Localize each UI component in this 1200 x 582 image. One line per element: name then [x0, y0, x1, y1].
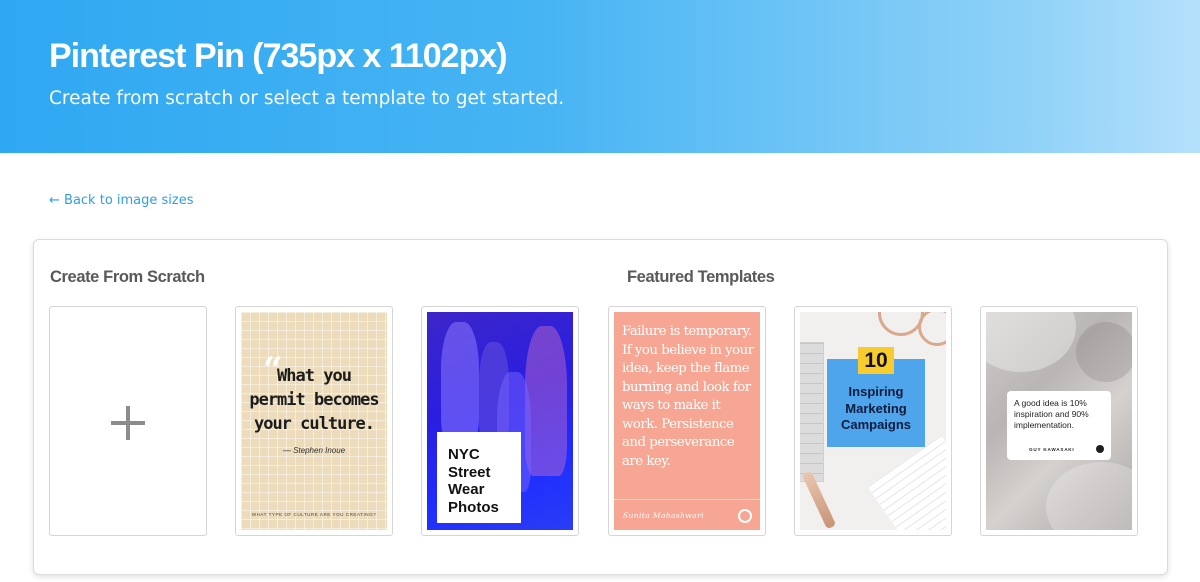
title-line: Photos — [448, 498, 499, 516]
photo-figure — [441, 322, 479, 442]
title-line: Wear — [448, 481, 485, 498]
template-title-box: NYC Street Wear Photos — [437, 432, 521, 523]
title-line: NYC — [448, 446, 480, 463]
template-thumbnail: NYC Street Wear Photos — [427, 312, 573, 530]
template-quote: Failure is temporary. If you believe in … — [622, 324, 754, 469]
quote-author: — Stephen Inoue — [282, 446, 346, 455]
create-from-scratch-card[interactable] — [49, 306, 207, 536]
title-line: Inspiring — [848, 384, 904, 399]
glasses-image — [878, 312, 924, 336]
template-card-failure-quote[interactable]: Failure is temporary. If you believe in … — [608, 306, 766, 536]
create-from-scratch-heading: Create From Scratch — [50, 268, 205, 286]
glasses-image — [918, 312, 946, 346]
divider — [614, 499, 760, 500]
template-footer-text: WHAT TYPE OF CULTURE ARE YOU CREATING? — [251, 512, 377, 517]
keyboard-image — [800, 342, 824, 482]
title-line: Marketing — [845, 400, 907, 416]
template-quote: What you permit becomes your culture. — [241, 364, 387, 436]
title-line: Street — [448, 463, 491, 481]
template-thumbnail: “ What you permit becomes your culture. … — [241, 312, 387, 530]
photo-figure — [525, 326, 567, 476]
template-card-marketing-campaigns[interactable]: 10 Inspiring Marketing Campaigns — [794, 306, 952, 536]
chat-icon — [1096, 445, 1104, 453]
template-card-culture-quote[interactable]: “ What you permit becomes your culture. … — [235, 306, 393, 536]
template-thumbnail: Failure is temporary. If you believe in … — [614, 312, 760, 530]
quote-card: A good idea is 10% inspiration and 90% i… — [1007, 391, 1111, 460]
page-title: Pinterest Pin (735px x 1102px) — [49, 37, 508, 75]
hero-banner: Pinterest Pin (735px x 1102px) Create fr… — [0, 0, 1200, 153]
template-card-good-idea-quote[interactable]: A good idea is 10% inspiration and 90% i… — [980, 306, 1138, 536]
back-to-image-sizes-link[interactable]: ← Back to image sizes — [49, 193, 194, 208]
logo-icon — [738, 509, 752, 523]
number-badge: 10 — [858, 347, 894, 374]
title-line: Campaigns — [840, 417, 912, 432]
notebook-image — [867, 435, 946, 530]
featured-templates-heading: Featured Templates — [627, 268, 775, 286]
texture-shape — [986, 312, 1076, 372]
texture-shape — [1076, 322, 1132, 382]
template-card-nyc-street-wear[interactable]: NYC Street Wear Photos — [421, 306, 579, 536]
texture-shape — [1046, 462, 1132, 530]
template-quote: A good idea is 10% inspiration and 90% i… — [1014, 398, 1089, 430]
template-thumbnail: A good idea is 10% inspiration and 90% i… — [986, 312, 1132, 530]
template-title: Inspiring Marketing Campaigns — [827, 384, 925, 434]
quote-author: GUY KAWASAKI — [1029, 447, 1075, 452]
quote-author: Sunita Mahashwari — [623, 511, 704, 520]
quote-line: permit becomes — [249, 390, 379, 410]
quote-line: What you — [277, 366, 352, 386]
quote-line: your culture. — [253, 414, 375, 434]
template-thumbnail: 10 Inspiring Marketing Campaigns — [800, 312, 946, 530]
page-subtitle: Create from scratch or select a template… — [49, 88, 565, 109]
